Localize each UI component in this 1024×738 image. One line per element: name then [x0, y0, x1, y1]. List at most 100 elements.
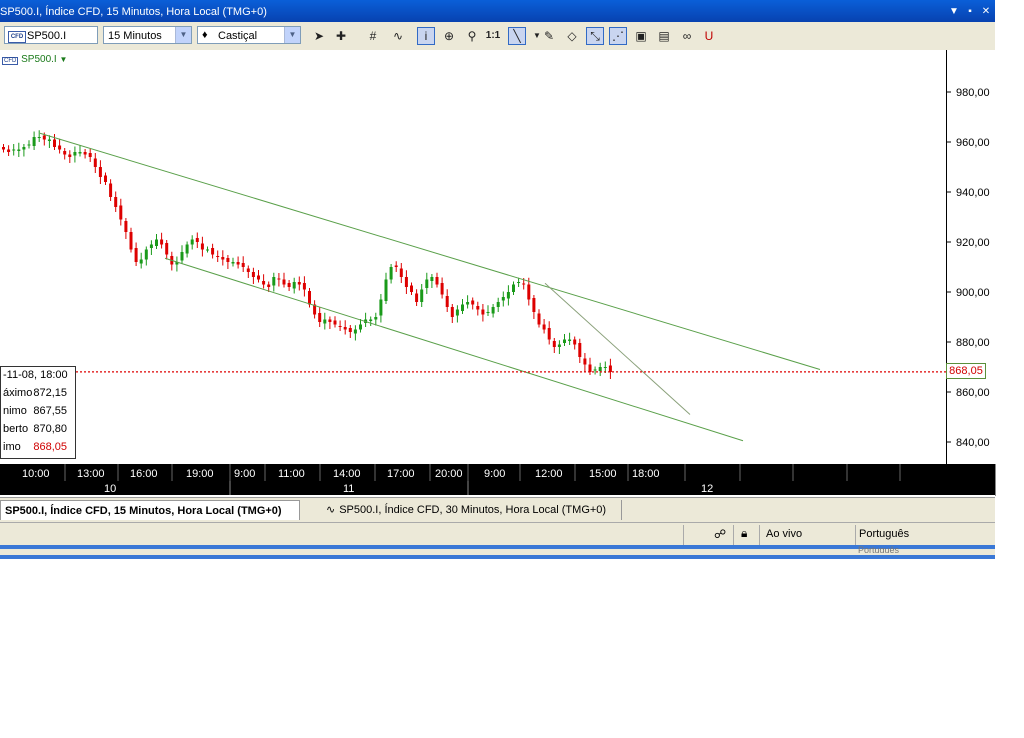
candle-body — [246, 268, 250, 272]
candle-body — [399, 268, 403, 277]
fibonacci-icon[interactable]: ⤡ — [586, 27, 604, 45]
zoom-area-icon[interactable]: ⊕ — [440, 27, 458, 45]
candle-body — [160, 239, 164, 245]
candle-body — [333, 320, 337, 325]
crosshair-icon[interactable]: ✚ — [332, 27, 350, 45]
candle-body — [2, 147, 5, 150]
candle-body — [262, 281, 266, 285]
candle-body — [267, 284, 271, 287]
price-plot[interactable] — [0, 50, 946, 464]
y-tick-label: 940,00 — [956, 187, 990, 199]
chevron-down-icon[interactable]: ▼ — [284, 27, 300, 43]
candle-body — [348, 328, 352, 332]
lock-icon[interactable]: 🔒︎ — [741, 526, 747, 541]
candle-body — [522, 283, 526, 285]
pencil-icon[interactable]: ✎ — [540, 27, 558, 45]
tab-chart-15min[interactable]: SP500.I, Índice CFD, 15 Minutos, Hora Lo… — [0, 500, 300, 520]
candle-body — [47, 139, 51, 141]
time-tick-label: 15:00 — [589, 468, 617, 480]
language-status[interactable]: Português — [859, 528, 909, 540]
chart-area[interactable]: CFD SP500.I ▼ — [0, 50, 996, 496]
chart-style-select[interactable]: ♦ Castiçal ▼ — [197, 26, 301, 44]
channel-icon[interactable]: ⋰ — [609, 27, 627, 45]
info-row-close: imo 868,05 — [1, 439, 75, 457]
y-tick-label: 920,00 — [956, 237, 990, 249]
candle-body — [277, 278, 281, 280]
candle-body — [471, 300, 475, 305]
y-tick-label: 960,00 — [956, 137, 990, 149]
candle-body — [496, 302, 500, 307]
tab-chart-30min[interactable]: ∿ SP500.I, Índice CFD, 30 Minutos, Hora L… — [322, 500, 622, 520]
connection-icon[interactable]: ☍ — [714, 527, 726, 541]
window-border — [0, 555, 995, 559]
candle-body — [88, 153, 92, 157]
candle-body — [124, 221, 128, 232]
timeframe-value: 15 Minutos — [108, 30, 162, 42]
candle-body — [139, 259, 143, 264]
eraser-icon[interactable]: ◇ — [563, 27, 581, 45]
time-tick-label: 13:00 — [77, 468, 105, 480]
candle-body — [58, 145, 62, 150]
language-status-ghost: Português — [858, 545, 900, 553]
candle-body — [63, 151, 67, 155]
timeframe-select[interactable]: 15 Minutos ▼ — [103, 26, 192, 44]
candle-body — [17, 149, 21, 151]
candle-body — [236, 262, 240, 265]
y-tick-label: 980,00 — [956, 87, 990, 99]
dropdown-arrow-icon[interactable]: ▼ — [948, 7, 960, 17]
magnet-icon[interactable]: U — [700, 27, 718, 45]
candle-body — [501, 297, 505, 301]
channel-upper-line — [39, 132, 821, 370]
candle-body — [466, 302, 470, 305]
candle-body — [369, 319, 373, 321]
candle-body — [180, 252, 184, 261]
candle-body — [308, 291, 311, 305]
candle-body — [394, 265, 398, 267]
zoom-1to1-button[interactable]: 1:1 — [484, 27, 502, 45]
time-tick-label: 16:00 — [130, 468, 158, 480]
minimize-icon[interactable]: ▪ — [964, 7, 976, 17]
time-tick-label: 12:00 — [535, 468, 563, 480]
cursor-icon[interactable]: ➤ — [310, 27, 328, 45]
date-axis: 10 11 12 — [0, 481, 946, 495]
candle-body — [517, 282, 521, 283]
candle-body — [12, 149, 16, 151]
info-label: imo — [3, 441, 21, 453]
link-icon[interactable]: ∞ — [678, 27, 696, 45]
candle-body — [440, 283, 444, 295]
candle-body — [272, 277, 276, 286]
info-icon[interactable]: i — [417, 27, 435, 45]
candle-body — [410, 285, 413, 292]
grid-icon[interactable]: # — [364, 27, 382, 45]
info-value: 872,15 — [33, 387, 67, 399]
chevron-down-icon[interactable]: ▼ — [175, 27, 191, 43]
layers-icon[interactable]: ▣ — [632, 27, 650, 45]
symbol-combo[interactable]: CFD SP500.I — [4, 26, 98, 44]
candle-body — [425, 279, 429, 288]
candle-body — [527, 284, 531, 300]
candle-body — [568, 339, 572, 341]
time-axis: 10:00 13:00 16:00 19:00 9:00 11:00 14:00 17:00 2… — [0, 464, 946, 481]
candle-body — [353, 329, 357, 334]
close-icon[interactable]: ✕ — [980, 7, 992, 17]
chart-style-value: Castiçal — [218, 30, 258, 42]
chart-template-icon[interactable]: ▤ — [655, 27, 673, 45]
candle-body — [104, 175, 107, 182]
candle-body — [73, 152, 77, 156]
candle-body — [37, 137, 41, 138]
zoom-icon[interactable]: ⚲ — [463, 27, 481, 45]
candle-body — [573, 339, 577, 345]
axis-corner — [946, 464, 995, 495]
indicator-icon[interactable]: ∿ — [389, 27, 407, 45]
candle-body — [200, 243, 204, 250]
window-title: SP500.I, Índice CFD, 15 Minutos, Hora Lo… — [0, 6, 267, 18]
candle-body — [532, 298, 536, 312]
info-value: 870,80 — [33, 423, 67, 435]
candle-body — [83, 152, 87, 155]
candle-body — [420, 289, 424, 302]
candle-body — [415, 293, 419, 302]
trendline-icon[interactable]: ╲ — [508, 27, 526, 45]
candle-body — [588, 364, 592, 372]
candle-body — [563, 339, 566, 343]
channel-lower-line — [164, 257, 744, 442]
